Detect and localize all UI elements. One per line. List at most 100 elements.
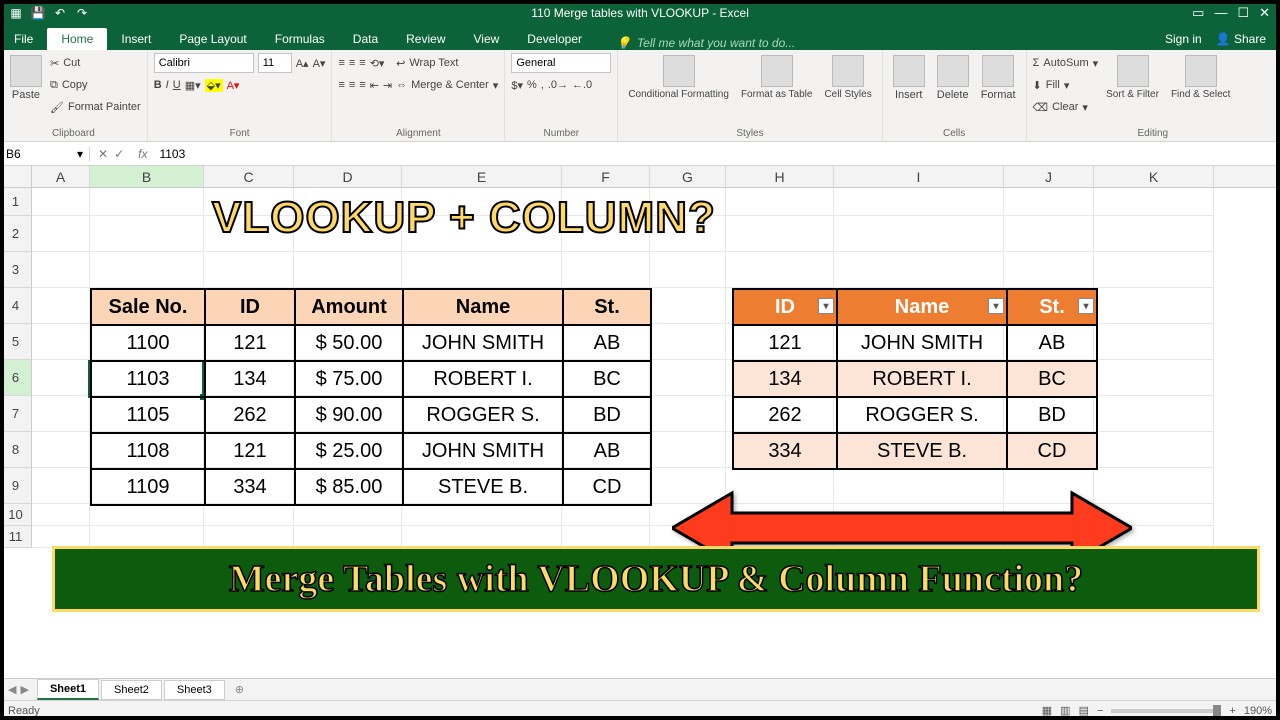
format-painter-button[interactable]: 🖌 Format Painter bbox=[50, 97, 141, 117]
increase-indent-icon[interactable]: ⇥ bbox=[383, 79, 392, 92]
tab-file[interactable]: File bbox=[0, 28, 47, 50]
sort-filter-button[interactable]: Sort & Filter bbox=[1102, 53, 1163, 102]
prev-sheet-icon[interactable]: ◀ bbox=[8, 683, 16, 696]
font-color-icon[interactable]: A▾ bbox=[227, 79, 240, 92]
fill-button[interactable]: ⬇ Fill ▾ bbox=[1033, 75, 1099, 95]
conditional-formatting-button[interactable]: Conditional Formatting bbox=[624, 53, 733, 102]
tab-review[interactable]: Review bbox=[392, 28, 459, 50]
enter-formula-icon[interactable]: ✓ bbox=[114, 147, 124, 161]
formula-input[interactable]: 1103 bbox=[153, 147, 1280, 161]
column-header-B[interactable]: B bbox=[90, 166, 204, 187]
maximize-icon[interactable]: ☐ bbox=[1237, 5, 1249, 21]
decrease-font-icon[interactable]: A▾ bbox=[313, 57, 326, 70]
wrap-text-button[interactable]: ↩ Wrap Text bbox=[396, 53, 498, 73]
merge-center-button[interactable]: ⇔ Merge & Center ▾ bbox=[396, 75, 498, 95]
column-header-A[interactable]: A bbox=[32, 166, 90, 187]
cut-button[interactable]: ✂ Cut bbox=[50, 53, 141, 73]
filter-icon[interactable]: ▾ bbox=[818, 298, 834, 314]
row-header-2[interactable]: 2 bbox=[0, 216, 32, 252]
new-sheet-button[interactable]: ⊕ bbox=[227, 680, 252, 699]
number-format-select[interactable] bbox=[511, 53, 611, 73]
align-middle-icon[interactable]: ≡ bbox=[349, 57, 355, 69]
worksheet-grid[interactable]: ABCDEFGHIJK 1234567891011 VLOOKUP + COLU… bbox=[0, 166, 1280, 672]
row-header-9[interactable]: 9 bbox=[0, 468, 32, 504]
delete-cells-button[interactable]: Delete bbox=[933, 53, 973, 103]
column-header-E[interactable]: E bbox=[402, 166, 562, 187]
font-size-input[interactable] bbox=[258, 53, 292, 73]
tab-data[interactable]: Data bbox=[339, 28, 392, 50]
view-normal-icon[interactable]: ▦ bbox=[1042, 704, 1052, 717]
sign-in-link[interactable]: Sign in bbox=[1165, 32, 1202, 46]
select-all-corner[interactable] bbox=[0, 166, 32, 187]
font-name-input[interactable] bbox=[154, 53, 254, 73]
align-left-icon[interactable]: ≡ bbox=[338, 79, 344, 91]
column-header-K[interactable]: K bbox=[1094, 166, 1214, 187]
fx-icon[interactable]: fx bbox=[132, 147, 153, 161]
next-sheet-icon[interactable]: ▶ bbox=[20, 683, 28, 696]
row-header-3[interactable]: 3 bbox=[0, 252, 32, 288]
find-select-button[interactable]: Find & Select bbox=[1167, 53, 1234, 102]
row-header-11[interactable]: 11 bbox=[0, 526, 32, 548]
tab-view[interactable]: View bbox=[460, 28, 514, 50]
format-as-table-button[interactable]: Format as Table bbox=[737, 53, 817, 102]
insert-cells-button[interactable]: Insert bbox=[889, 53, 929, 103]
close-icon[interactable]: ✕ bbox=[1259, 5, 1270, 21]
minimize-icon[interactable]: — bbox=[1214, 5, 1227, 21]
column-header-F[interactable]: F bbox=[562, 166, 650, 187]
sheet-tab-1[interactable]: Sheet1 bbox=[37, 679, 99, 700]
decrease-decimal-icon[interactable]: ←.0 bbox=[572, 79, 592, 91]
align-right-icon[interactable]: ≡ bbox=[359, 79, 365, 91]
row-header-1[interactable]: 1 bbox=[0, 188, 32, 216]
paste-button[interactable]: Paste bbox=[6, 53, 46, 103]
column-header-J[interactable]: J bbox=[1004, 166, 1094, 187]
filter-icon[interactable]: ▾ bbox=[988, 298, 1004, 314]
comma-icon[interactable]: , bbox=[541, 79, 544, 91]
tab-page-layout[interactable]: Page Layout bbox=[165, 28, 260, 50]
share-button[interactable]: 👤 Share bbox=[1216, 32, 1266, 46]
column-header-D[interactable]: D bbox=[294, 166, 402, 187]
tab-developer[interactable]: Developer bbox=[513, 28, 596, 50]
tell-me[interactable]: 💡Tell me what you want to do... bbox=[596, 36, 1165, 50]
tab-home[interactable]: Home bbox=[47, 28, 107, 50]
row-header-10[interactable]: 10 bbox=[0, 504, 32, 526]
sheet-tab-3[interactable]: Sheet3 bbox=[164, 680, 225, 700]
zoom-in-icon[interactable]: + bbox=[1229, 705, 1235, 717]
column-header-H[interactable]: H bbox=[726, 166, 834, 187]
decrease-indent-icon[interactable]: ⇤ bbox=[370, 79, 379, 92]
tab-insert[interactable]: Insert bbox=[107, 28, 165, 50]
row-header-4[interactable]: 4 bbox=[0, 288, 32, 324]
align-top-icon[interactable]: ≡ bbox=[338, 57, 344, 69]
currency-icon[interactable]: $▾ bbox=[511, 79, 523, 92]
cancel-formula-icon[interactable]: ✕ bbox=[98, 147, 108, 161]
column-header-I[interactable]: I bbox=[834, 166, 1004, 187]
column-header-G[interactable]: G bbox=[650, 166, 726, 187]
italic-button[interactable]: I bbox=[166, 79, 169, 91]
row-header-8[interactable]: 8 bbox=[0, 432, 32, 468]
row-header-5[interactable]: 5 bbox=[0, 324, 32, 360]
clear-button[interactable]: ⌫ Clear ▾ bbox=[1033, 97, 1099, 117]
sheet-tab-2[interactable]: Sheet2 bbox=[101, 680, 162, 700]
align-center-icon[interactable]: ≡ bbox=[349, 79, 355, 91]
filter-icon[interactable]: ▾ bbox=[1078, 298, 1094, 314]
copy-button[interactable]: ⧉ Copy bbox=[50, 75, 141, 95]
percent-icon[interactable]: % bbox=[527, 79, 537, 91]
tab-formulas[interactable]: Formulas bbox=[261, 28, 339, 50]
align-bottom-icon[interactable]: ≡ bbox=[359, 57, 365, 69]
fill-color-icon[interactable]: ⬙▾ bbox=[205, 79, 223, 92]
underline-button[interactable]: U bbox=[173, 79, 181, 91]
redo-icon[interactable]: ↷ bbox=[74, 5, 90, 21]
row-header-6[interactable]: 6 bbox=[0, 360, 32, 396]
name-box[interactable]: B6▾ bbox=[0, 147, 90, 161]
autosum-button[interactable]: Σ AutoSum ▾ bbox=[1033, 53, 1099, 73]
save-icon[interactable]: 💾 bbox=[30, 5, 46, 21]
view-pagebreak-icon[interactable]: ▤ bbox=[1079, 704, 1089, 717]
view-layout-icon[interactable]: ▥ bbox=[1060, 704, 1070, 717]
bold-button[interactable]: B bbox=[154, 79, 162, 91]
orientation-icon[interactable]: ⟲▾ bbox=[370, 57, 385, 70]
ribbon-options-icon[interactable]: ▭ bbox=[1192, 5, 1204, 21]
undo-icon[interactable]: ↶ bbox=[52, 5, 68, 21]
zoom-out-icon[interactable]: − bbox=[1097, 705, 1103, 717]
row-header-7[interactable]: 7 bbox=[0, 396, 32, 432]
cell-styles-button[interactable]: Cell Styles bbox=[820, 53, 875, 102]
zoom-slider[interactable] bbox=[1111, 709, 1221, 713]
